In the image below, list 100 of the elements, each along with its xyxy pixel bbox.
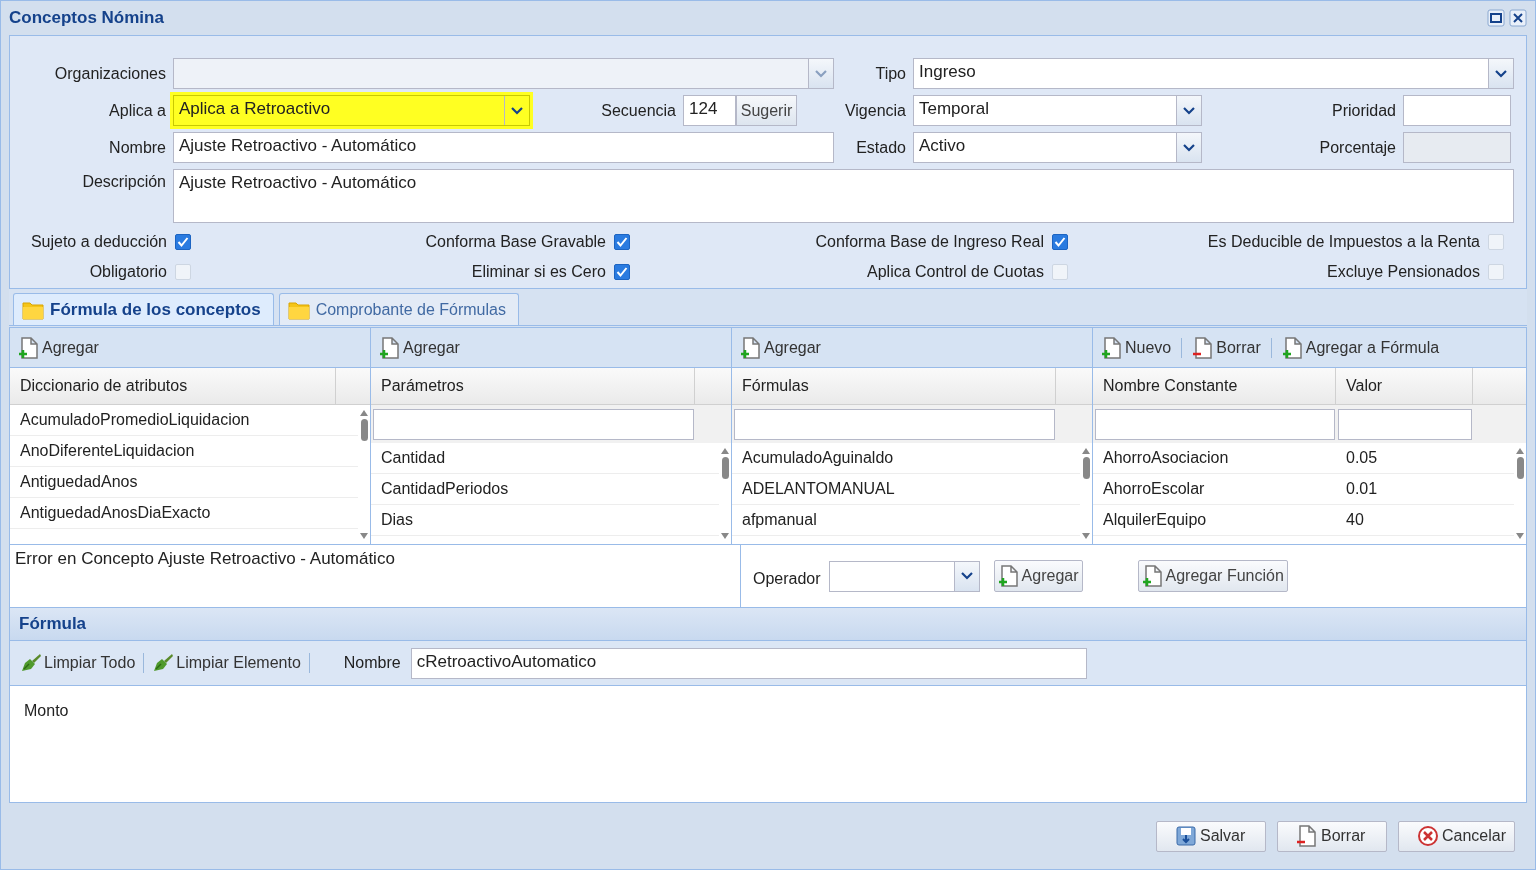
table-cell[interactable]: afpmanual bbox=[732, 505, 1056, 535]
sequence-field[interactable]: 124 bbox=[683, 95, 736, 126]
filter-field[interactable] bbox=[1338, 408, 1472, 440]
dropdown-field[interactable]: Activo bbox=[913, 132, 1202, 163]
brush-icon bbox=[152, 653, 175, 673]
scroll-down-icon[interactable] bbox=[720, 532, 730, 540]
page-plus-icon bbox=[379, 335, 401, 360]
page-minus-icon bbox=[1192, 335, 1215, 360]
checkbox-label: Eliminar si es Cero bbox=[471, 263, 606, 281]
toolbar-button[interactable]: Limpiar Todo bbox=[18, 651, 138, 675]
scrollbar-thumb[interactable] bbox=[721, 457, 729, 479]
table-cell[interactable]: AlquilerEquipo bbox=[1093, 505, 1336, 535]
priority-field[interactable] bbox=[1403, 95, 1511, 126]
table-cell[interactable]: ADELANTOMANUAL bbox=[732, 474, 1056, 504]
chevron-icon bbox=[1183, 106, 1195, 115]
field-label: Porcentaje bbox=[1318, 138, 1397, 157]
error-message: Error en Concepto Ajuste Retroactivo - Automático bbox=[15, 549, 395, 568]
toolbar-button[interactable]: Agregar bbox=[377, 333, 462, 362]
dropdown-field[interactable] bbox=[173, 58, 834, 89]
dropdown-field[interactable]: Aplica a Retroactivo bbox=[173, 95, 530, 126]
table-cell[interactable]: AntiguedadAnosDiaExacto bbox=[10, 498, 336, 528]
toolbar-button[interactable]: Agregar bbox=[16, 333, 101, 362]
field-label: Nombre bbox=[343, 654, 401, 672]
scroll-down-icon[interactable] bbox=[1081, 532, 1091, 540]
field-label: Organizaciones bbox=[53, 64, 167, 83]
dropdown-field[interactable]: Temporal bbox=[913, 95, 1202, 126]
toolbar-button[interactable]: Agregar bbox=[738, 333, 823, 362]
scroll-up-icon[interactable] bbox=[1515, 447, 1525, 455]
checkbox[interactable] bbox=[1052, 234, 1068, 250]
checkbox[interactable] bbox=[614, 264, 630, 280]
page-plus-icon bbox=[740, 335, 762, 360]
chevron-icon bbox=[960, 572, 973, 580]
window-title: Conceptos Nómina bbox=[9, 8, 165, 28]
page-plus-icon bbox=[1281, 335, 1304, 360]
scroll-up-icon[interactable] bbox=[1081, 447, 1091, 455]
checkbox-label: Conforma Base de Ingreso Real bbox=[815, 233, 1044, 251]
cancel-icon bbox=[1416, 825, 1439, 847]
add-button[interactable]: Agregar Función bbox=[1137, 560, 1288, 592]
scrollbar-thumb[interactable] bbox=[1082, 457, 1090, 479]
toolbar-button[interactable]: Borrar bbox=[1190, 333, 1263, 362]
table-cell[interactable]: AntiguedadAnos bbox=[10, 467, 336, 497]
column-header[interactable]: Valor bbox=[1336, 368, 1473, 404]
add-button[interactable]: Agregar bbox=[993, 560, 1083, 592]
footer-button[interactable]: Salvar bbox=[1155, 820, 1266, 852]
folder-icon bbox=[287, 299, 310, 320]
maximize-icon[interactable] bbox=[1487, 9, 1505, 27]
field-label: Nombre bbox=[108, 138, 167, 157]
close-icon[interactable] bbox=[1509, 9, 1527, 27]
field-label: Prioridad bbox=[1330, 101, 1397, 120]
table-cell[interactable]: Cantidad bbox=[371, 443, 695, 473]
scroll-down-icon[interactable] bbox=[1515, 532, 1525, 540]
page-plus-icon bbox=[997, 564, 1020, 588]
formula-editor[interactable]: Monto bbox=[10, 686, 1526, 802]
table-cell[interactable]: 0.01 bbox=[1336, 474, 1473, 504]
scrollbar-thumb[interactable] bbox=[360, 419, 368, 441]
tab[interactable]: Fórmula de los conceptos bbox=[13, 293, 274, 325]
field-label: Descripción bbox=[81, 172, 167, 191]
footer-button[interactable]: Borrar bbox=[1276, 820, 1387, 852]
filter-field[interactable] bbox=[373, 408, 694, 440]
table-cell[interactable]: 40 bbox=[1336, 505, 1473, 535]
field-label: Estado bbox=[855, 138, 907, 157]
toolbar-button[interactable]: Limpiar Elemento bbox=[150, 651, 303, 675]
checkbox[interactable] bbox=[614, 234, 630, 250]
save-icon bbox=[1174, 825, 1197, 847]
folder-icon bbox=[22, 299, 44, 320]
page-minus-icon bbox=[1295, 824, 1318, 848]
field-label: Aplica a bbox=[108, 101, 167, 120]
suggest-button[interactable]: Sugerir bbox=[736, 95, 797, 126]
footer-button[interactable]: Cancelar bbox=[1397, 820, 1515, 852]
filter-field[interactable] bbox=[734, 408, 1055, 440]
operator-dropdown[interactable] bbox=[828, 560, 980, 592]
name-field[interactable]: Ajuste Retroactivo - Automático bbox=[173, 132, 834, 163]
dropdown-field[interactable]: Ingreso bbox=[913, 58, 1514, 89]
table-cell[interactable]: AcumuladoPromedioLiquidacion bbox=[10, 405, 336, 435]
table-cell[interactable]: AcumuladoAguinaldo bbox=[732, 443, 1056, 473]
page-plus-icon bbox=[18, 335, 40, 360]
table-cell[interactable]: 0.05 bbox=[1336, 443, 1473, 473]
table-cell[interactable]: AhorroAsociacion bbox=[1093, 443, 1336, 473]
tab[interactable]: Comprobante de Fórmulas bbox=[278, 293, 519, 325]
scroll-up-icon[interactable] bbox=[720, 447, 730, 455]
description-field[interactable]: Ajuste Retroactivo - Automático bbox=[173, 169, 1514, 223]
section-title: Fórmula bbox=[19, 614, 87, 634]
checkbox[interactable] bbox=[175, 234, 191, 250]
chevron-icon bbox=[1183, 143, 1195, 152]
chevron-icon bbox=[815, 69, 827, 78]
scrollbar-thumb[interactable] bbox=[1516, 457, 1524, 479]
scroll-down-icon[interactable] bbox=[359, 532, 369, 540]
table-cell[interactable]: Dias bbox=[371, 505, 695, 535]
formula-name-field[interactable]: cRetroactivoAutomatico bbox=[410, 647, 1087, 679]
filter-field[interactable] bbox=[1095, 408, 1335, 440]
field-label: Secuencia bbox=[600, 101, 677, 120]
table-cell[interactable]: AhorroEscolar bbox=[1093, 474, 1336, 504]
toolbar-button[interactable]: Agregar a Fórmula bbox=[1279, 333, 1442, 362]
checkbox-label: Aplica Control de Cuotas bbox=[867, 263, 1044, 281]
field-label: Operador bbox=[753, 569, 821, 588]
table-cell[interactable]: CantidadPeriodos bbox=[371, 474, 695, 504]
toolbar-button[interactable]: Nuevo bbox=[1099, 333, 1174, 362]
scroll-up-icon[interactable] bbox=[359, 409, 369, 417]
table-cell[interactable]: AnoDiferenteLiquidacion bbox=[10, 436, 336, 466]
column-header[interactable]: Nombre Constante bbox=[1093, 368, 1336, 404]
